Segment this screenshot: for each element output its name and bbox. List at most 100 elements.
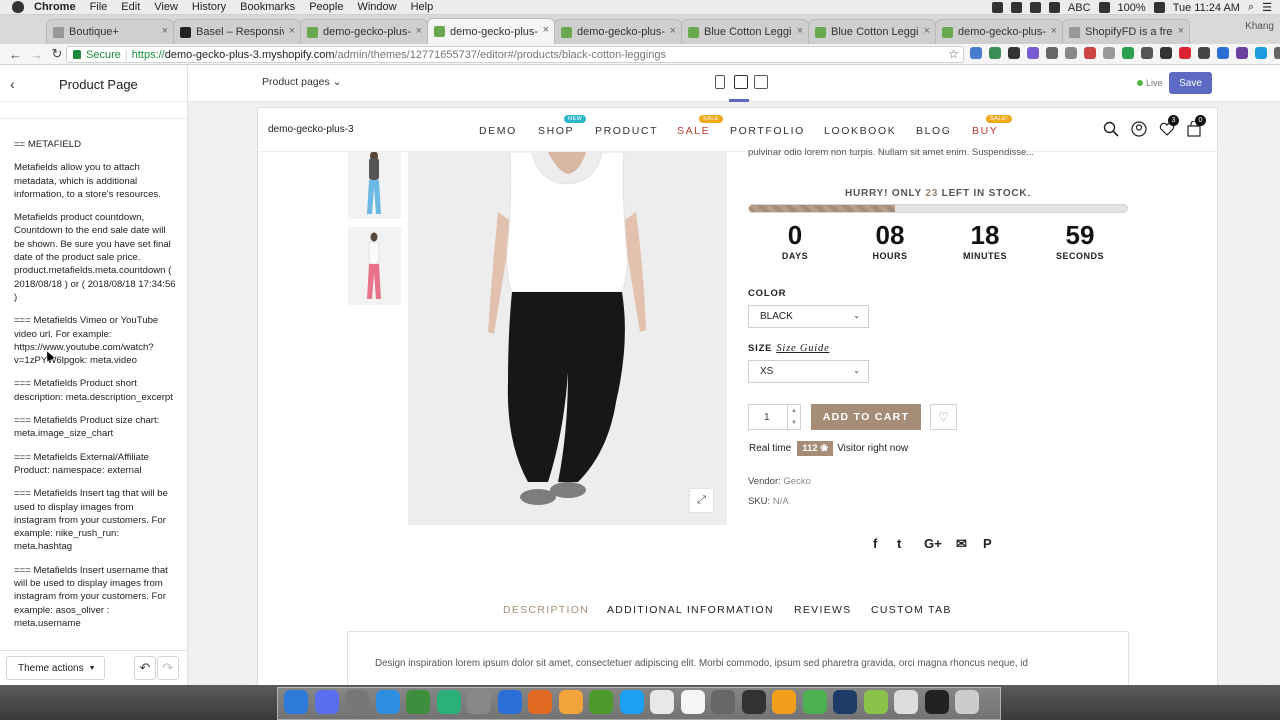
nav-blog[interactable]: BLOG: [916, 125, 952, 137]
fullscreen-view-icon[interactable]: [754, 75, 768, 89]
nav-sale[interactable]: SALE: [677, 125, 710, 137]
metafield-help-text[interactable]: == METAFIELD Metafields allow you to atta…: [0, 138, 188, 646]
email-icon[interactable]: ✉: [956, 536, 967, 552]
dock-app-icon[interactable]: [955, 690, 979, 714]
extension-icon[interactable]: [1236, 47, 1248, 59]
status-icon[interactable]: [991, 2, 1003, 13]
pinterest-icon[interactable]: P: [983, 536, 992, 551]
wifi-icon[interactable]: [1098, 2, 1110, 13]
nav-portfolio[interactable]: PORTFOLIO: [730, 125, 805, 137]
browser-tab[interactable]: Blue Cotton Leggings – ×: [681, 19, 809, 44]
store-logo[interactable]: demo-gecko-plus-3: [268, 124, 354, 135]
quantity-stepper[interactable]: 1 ▲ ▼: [748, 404, 801, 430]
address-bar[interactable]: Secure | https:// demo-gecko-plus-3.mysh…: [66, 46, 964, 63]
close-icon[interactable]: ×: [924, 25, 930, 37]
dock-app-icon[interactable]: [589, 690, 613, 714]
size-select[interactable]: XS ⌄: [748, 360, 869, 383]
profile-name[interactable]: Khang: [1245, 21, 1274, 32]
back-icon[interactable]: ←: [9, 47, 22, 62]
product-thumbnail[interactable]: [348, 152, 401, 219]
close-icon[interactable]: ×: [1051, 25, 1057, 37]
close-icon[interactable]: ×: [416, 25, 422, 37]
extension-icon[interactable]: [1008, 47, 1020, 59]
browser-tab[interactable]: Blue Cotton Leggings – ×: [808, 19, 936, 44]
extension-icon[interactable]: [970, 47, 982, 59]
dock-app-icon[interactable]: [741, 690, 766, 714]
search-icon[interactable]: [1103, 121, 1119, 137]
extension-icon[interactable]: [1046, 47, 1058, 59]
undo-button[interactable]: ↶: [134, 656, 156, 680]
menu-history[interactable]: History: [192, 1, 226, 13]
dock-app-icon[interactable]: [924, 690, 949, 714]
mobile-view-icon[interactable]: [715, 75, 725, 89]
extension-icon[interactable]: [1122, 47, 1134, 59]
bookmark-star-icon[interactable]: ☆: [948, 47, 959, 61]
forward-icon[interactable]: →: [30, 47, 43, 62]
browser-tab[interactable]: Basel – Responsive Sho ×: [173, 19, 301, 44]
spotlight-icon[interactable]: ⌕: [1248, 1, 1254, 14]
close-icon[interactable]: ×: [797, 25, 803, 37]
status-icon[interactable]: [1029, 2, 1041, 13]
dock-app-icon[interactable]: [863, 690, 888, 714]
browser-tab[interactable]: demo-gecko-plus-3 – E ×: [427, 18, 555, 44]
chevron-left-icon[interactable]: ‹: [10, 76, 15, 92]
nav-product[interactable]: PRODUCT: [595, 125, 658, 137]
tab-description[interactable]: DESCRIPTION: [503, 604, 589, 616]
dock-app-icon[interactable]: [314, 690, 339, 714]
close-icon[interactable]: ×: [543, 24, 549, 36]
extension-icon[interactable]: [1027, 47, 1039, 59]
stepper-arrows[interactable]: ▲ ▼: [787, 405, 800, 429]
expand-icon[interactable]: ⤢: [689, 488, 714, 513]
save-button[interactable]: Save: [1169, 72, 1212, 94]
status-icon[interactable]: [1048, 2, 1060, 13]
menu-help[interactable]: Help: [411, 1, 434, 13]
nav-shop[interactable]: SHOP: [538, 125, 574, 137]
extension-icon[interactable]: [1217, 47, 1229, 59]
extension-icon[interactable]: [1255, 47, 1267, 59]
dock-app-icon[interactable]: [436, 690, 461, 714]
browser-tab[interactable]: demo-gecko-plus-3 – F ×: [935, 19, 1063, 44]
close-icon[interactable]: ×: [162, 25, 168, 37]
extension-icon[interactable]: [1274, 47, 1280, 59]
tab-additional-information[interactable]: ADDITIONAL INFORMATION: [607, 604, 774, 616]
notification-center-icon[interactable]: ☰: [1262, 1, 1272, 14]
battery-icon[interactable]: [1153, 2, 1165, 13]
menu-file[interactable]: File: [90, 1, 108, 13]
page-type-select[interactable]: Product pages ⌄: [262, 76, 341, 88]
twitter-icon[interactable]: t: [897, 536, 901, 551]
nav-buy[interactable]: BUY: [972, 125, 998, 137]
dock-app-icon[interactable]: [711, 690, 735, 714]
size-guide-link[interactable]: Size Guide: [776, 343, 829, 354]
tab-custom[interactable]: CUSTOM TAB: [871, 604, 952, 616]
redo-button[interactable]: ↷: [157, 656, 179, 680]
menu-app-chrome[interactable]: Chrome: [34, 1, 76, 13]
tab-reviews[interactable]: REVIEWS: [794, 604, 852, 616]
desktop-view-icon[interactable]: [734, 75, 748, 89]
dock-app-icon[interactable]: [680, 690, 705, 714]
dock-app-icon[interactable]: [375, 690, 400, 714]
product-thumbnail[interactable]: [348, 227, 401, 305]
extension-icon[interactable]: [1179, 47, 1191, 59]
color-select[interactable]: BLACK ⌄: [748, 305, 869, 328]
dock-app-icon[interactable]: [894, 690, 918, 714]
dock-app-icon[interactable]: [284, 690, 308, 714]
add-to-cart-button[interactable]: ADD TO CART: [811, 404, 921, 430]
nav-demo[interactable]: DEMO: [479, 125, 517, 137]
dock-app-icon[interactable]: [772, 690, 796, 714]
browser-tab[interactable]: ShopifyFD is a free tool ×: [1062, 19, 1190, 44]
extension-icon[interactable]: [1065, 47, 1077, 59]
menu-window[interactable]: Window: [357, 1, 396, 13]
dock-app-icon[interactable]: [406, 690, 430, 714]
vendor-value[interactable]: Gecko: [783, 476, 810, 487]
nav-lookbook[interactable]: LOOKBOOK: [824, 125, 896, 137]
browser-tab[interactable]: demo-gecko-plus-3 – E ×: [554, 19, 682, 44]
browser-tab[interactable]: Boutique+ ×: [46, 19, 174, 44]
wishlist-button[interactable]: ♡: [930, 404, 957, 430]
close-icon[interactable]: ×: [670, 25, 676, 37]
google-plus-icon[interactable]: G+: [924, 536, 942, 551]
theme-actions-button[interactable]: Theme actions ▼: [6, 656, 105, 680]
extension-icon[interactable]: [1198, 47, 1210, 59]
reload-icon[interactable]: ↻: [51, 46, 63, 62]
menu-bookmarks[interactable]: Bookmarks: [240, 1, 295, 13]
dock-app-icon[interactable]: [650, 690, 674, 714]
